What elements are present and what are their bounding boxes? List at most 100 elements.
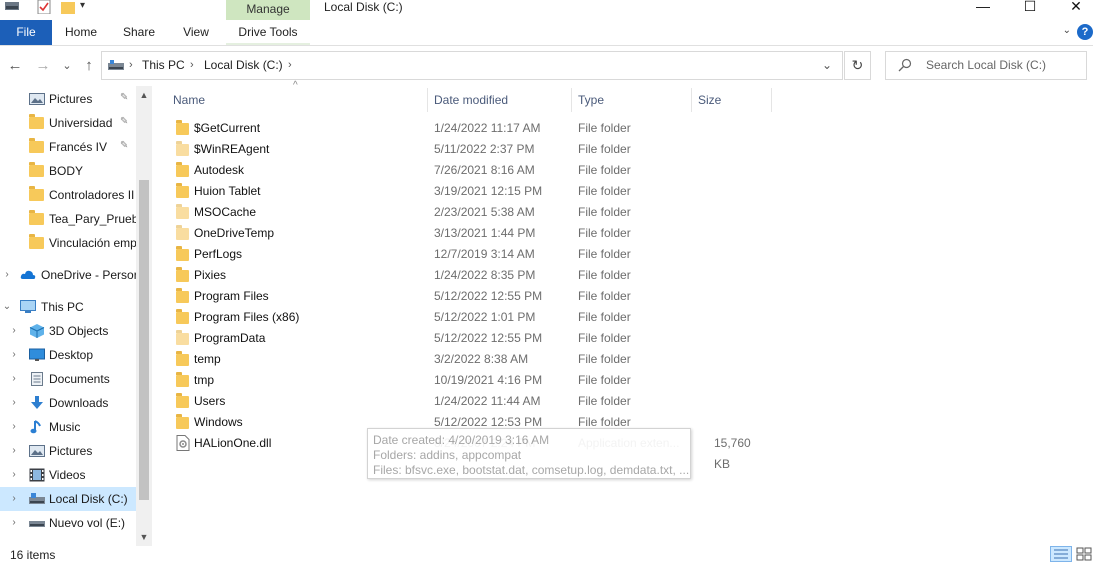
sidebar-item-this-pc[interactable]: ⌄ This PC xyxy=(0,295,136,319)
table-row[interactable]: Users 1/24/2022 11:44 AM File folder xyxy=(165,391,765,412)
search-input[interactable]: Search Local Disk (C:) xyxy=(885,51,1087,80)
table-row[interactable]: $GetCurrent 1/24/2022 11:17 AM File folder xyxy=(165,118,765,139)
downloads-icon xyxy=(31,396,43,409)
forward-button[interactable]: → xyxy=(34,56,52,76)
expand-icon[interactable]: › xyxy=(9,373,19,385)
table-row[interactable]: Autodesk 7/26/2021 8:16 AM File folder xyxy=(165,160,765,181)
tab-file[interactable]: File xyxy=(0,20,52,45)
breadcrumb-separator-icon[interactable]: › xyxy=(288,52,292,79)
scrollbar-thumb[interactable] xyxy=(139,180,149,500)
file-type: File folder xyxy=(578,226,631,240)
sidebar-item-desktop[interactable]: › Desktop xyxy=(0,343,136,367)
tab-manage[interactable]: Manage xyxy=(226,0,310,20)
column-header-date-modified[interactable]: Date modified xyxy=(434,86,570,114)
scroll-up-icon[interactable]: ▲ xyxy=(136,90,152,100)
column-divider[interactable] xyxy=(427,88,428,112)
table-row[interactable]: MSOCache 2/23/2021 5:38 AM File folder xyxy=(165,202,765,223)
table-row[interactable]: OneDriveTemp 3/13/2021 1:44 PM File folder xyxy=(165,223,765,244)
tab-view[interactable]: View xyxy=(176,20,216,45)
up-button[interactable]: ↑ xyxy=(80,56,98,76)
breadcrumb-local-disk[interactable]: Local Disk (C:) xyxy=(204,52,283,79)
drive-icon[interactable] xyxy=(4,0,20,14)
expand-icon[interactable]: › xyxy=(9,469,19,481)
large-icons-view-icon[interactable] xyxy=(1074,546,1093,562)
tab-share[interactable]: Share xyxy=(117,20,161,45)
details-view-icon[interactable] xyxy=(1050,546,1072,562)
sidebar-item-videos[interactable]: › Videos xyxy=(0,463,136,487)
column-header-size[interactable]: Size xyxy=(698,86,768,114)
table-row[interactable]: temp 3/2/2022 8:38 AM File folder xyxy=(165,349,765,370)
sidebar-item-onedrive[interactable]: › OneDrive - Persor xyxy=(0,263,136,287)
sidebar-item-frances-iv[interactable]: Francés IV ✎ xyxy=(0,135,136,159)
help-icon[interactable]: ? xyxy=(1077,24,1093,40)
refresh-button[interactable]: ↻ xyxy=(844,51,871,80)
expand-icon[interactable]: › xyxy=(9,421,19,433)
sidebar-item-music[interactable]: › Music xyxy=(0,415,136,439)
table-row[interactable]: $WinREAgent 5/11/2022 2:37 PM File folder xyxy=(165,139,765,160)
sidebar-item-universidad[interactable]: Universidad ✎ xyxy=(0,111,136,135)
collapse-icon[interactable]: ⌄ xyxy=(2,301,12,313)
pin-icon[interactable]: ✎ xyxy=(120,92,128,103)
sidebar-item-label: Vinculación emp xyxy=(49,236,136,250)
sidebar-item-label: Francés IV xyxy=(49,140,108,154)
expand-icon[interactable]: › xyxy=(9,517,19,529)
pin-icon[interactable]: ✎ xyxy=(120,140,128,151)
file-name: temp xyxy=(194,352,221,366)
table-row[interactable]: ProgramData 5/12/2022 12:55 PM File folder xyxy=(165,328,765,349)
sidebar-item-body[interactable]: BODY xyxy=(0,159,136,183)
expand-icon[interactable]: › xyxy=(9,493,19,505)
address-dropdown-icon[interactable]: ⌄ xyxy=(822,52,832,79)
column-header-name[interactable]: Name xyxy=(173,86,423,114)
sidebar-item-nuevo-vol[interactable]: › Nuevo vol (E:) xyxy=(0,511,136,535)
file-name: Program Files xyxy=(194,289,269,303)
table-row[interactable]: Program Files 5/12/2022 12:55 PM File fold… xyxy=(165,286,765,307)
expand-icon[interactable]: › xyxy=(9,349,19,361)
expand-icon[interactable]: › xyxy=(2,269,12,281)
expand-icon[interactable]: › xyxy=(9,445,19,457)
tab-home[interactable]: Home xyxy=(60,20,102,45)
breadcrumb-separator-icon[interactable]: › xyxy=(129,52,133,79)
table-row[interactable]: Huion Tablet 3/19/2021 12:15 PM File folde… xyxy=(165,181,765,202)
expand-icon[interactable]: › xyxy=(9,325,19,337)
table-row[interactable]: Pixies 1/24/2022 8:35 PM File folder xyxy=(165,265,765,286)
sidebar-item-pictures[interactable]: › Pictures xyxy=(0,439,136,463)
nav-pane-scrollbar[interactable]: ▲ ▼ xyxy=(136,86,152,546)
sidebar-item-downloads[interactable]: › Downloads xyxy=(0,391,136,415)
close-button[interactable]: ✕ xyxy=(1053,0,1093,14)
breadcrumb-separator-icon[interactable]: › xyxy=(190,52,194,79)
back-button[interactable]: ← xyxy=(6,56,24,76)
column-divider[interactable] xyxy=(571,88,572,112)
ribbon-expand-icon[interactable]: ⌄ xyxy=(1063,25,1071,36)
sidebar-item-local-disk[interactable]: › Local Disk (C:) xyxy=(0,487,136,511)
sidebar-item-tea-pary[interactable]: Tea_Pary_Prueba xyxy=(0,207,136,231)
3d-objects-icon xyxy=(29,324,45,338)
scroll-down-icon[interactable]: ▼ xyxy=(136,532,152,542)
status-bar: 16 items xyxy=(0,546,1093,562)
sidebar-item-documents[interactable]: › Documents xyxy=(0,367,136,391)
new-folder-icon[interactable] xyxy=(60,0,76,14)
pictures-icon xyxy=(29,93,45,105)
sidebar-item-3d-objects[interactable]: › 3D Objects xyxy=(0,319,136,343)
table-row[interactable]: tmp 10/19/2021 4:16 PM File folder xyxy=(165,370,765,391)
column-divider[interactable] xyxy=(691,88,692,112)
sidebar-item-vinculacion[interactable]: Vinculación emp xyxy=(0,231,136,255)
maximize-button[interactable]: ☐ xyxy=(1007,0,1053,14)
recent-locations-button[interactable]: ⌄ xyxy=(60,56,74,76)
column-divider[interactable] xyxy=(771,88,772,112)
minimize-button[interactable]: — xyxy=(960,0,1006,14)
file-type: File folder xyxy=(578,121,631,135)
sidebar-item-pictures-quick[interactable]: Pictures ✎ xyxy=(0,87,136,111)
cloud-icon xyxy=(20,270,36,279)
tab-drive-tools[interactable]: Drive Tools xyxy=(226,20,310,45)
table-row[interactable]: PerfLogs 12/7/2019 3:14 AM File folder xyxy=(165,244,765,265)
column-header-type[interactable]: Type xyxy=(578,86,688,114)
file-name: Huion Tablet xyxy=(194,184,261,198)
sidebar-item-controladores[interactable]: Controladores II xyxy=(0,183,136,207)
address-bar[interactable]: › This PC › Local Disk (C:) › ⌄ xyxy=(101,51,843,80)
breadcrumb-this-pc[interactable]: This PC xyxy=(142,52,185,79)
expand-icon[interactable]: › xyxy=(9,397,19,409)
properties-icon[interactable] xyxy=(36,0,52,14)
pin-icon[interactable]: ✎ xyxy=(120,116,128,127)
quick-access-dropdown-icon[interactable]: ▾ xyxy=(80,0,85,12)
table-row[interactable]: Program Files (x86) 5/12/2022 1:01 PM File… xyxy=(165,307,765,328)
